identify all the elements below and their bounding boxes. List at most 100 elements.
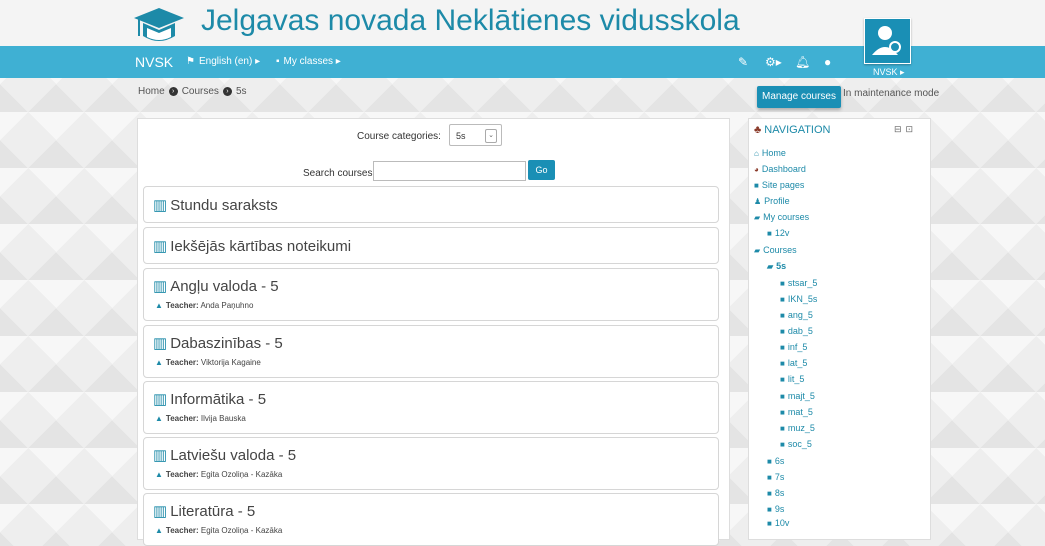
- folder-icon: ■: [767, 473, 772, 482]
- teacher-line: ▲ Teacher: Ilvija Bauska: [155, 414, 246, 423]
- nav-course-lit5[interactable]: ■ lit_5: [780, 374, 804, 384]
- nav-category-7s[interactable]: ■ 7s: [767, 472, 784, 482]
- breadcrumb-courses[interactable]: Courses: [182, 86, 219, 97]
- user-icon: ♟: [754, 197, 762, 206]
- chevron-right-icon: ›: [168, 86, 178, 96]
- graduation-cap-logo[interactable]: [133, 6, 185, 46]
- breadcrumb-home[interactable]: Home: [138, 86, 165, 97]
- teacher-line: ▲ Teacher: Anda Paņuhno: [155, 301, 254, 310]
- nav-courses[interactable]: ▰ Courses: [754, 245, 797, 255]
- folder-icon: ■: [780, 424, 785, 433]
- teacher-line: ▲ Teacher: Egita Ozoliņa - Kazāka: [155, 526, 283, 535]
- folder-open-icon: ▰: [754, 213, 761, 222]
- collapse-icon: ⊟: [894, 124, 906, 134]
- go-button[interactable]: Go: [528, 160, 555, 180]
- course-title: ▥ Latviešu valoda - 5: [153, 447, 297, 464]
- folder-icon: ■: [780, 359, 785, 368]
- course-item[interactable]: ▥ Angļu valoda - 5 ▲ Teacher: Anda Paņuhno: [143, 268, 719, 321]
- nav-dashboard[interactable]: ◕ Dashboard: [754, 164, 806, 174]
- nav-course-ang5[interactable]: ■ ang_5: [780, 310, 813, 320]
- nav-my-courses[interactable]: ▰ My courses: [754, 212, 809, 222]
- nav-course-soc5[interactable]: ■ soc_5: [780, 439, 812, 449]
- navigation-heading: ♣ NAVIGATION: [754, 124, 831, 136]
- teacher-line: ▲ Teacher: Egita Ozoliņa - Kazāka: [155, 470, 283, 479]
- home-icon: ⌂: [754, 149, 759, 158]
- nav-course-dab5[interactable]: ■ dab_5: [780, 326, 813, 336]
- nav-category-9s[interactable]: ■ 9s: [767, 504, 784, 514]
- folder-icon: ■: [780, 311, 785, 320]
- folder-icon: ■: [767, 519, 772, 528]
- avatar[interactable]: [864, 18, 911, 64]
- dock-icon: ⊡: [905, 124, 918, 134]
- nav-course-muz5[interactable]: ■ muz_5: [780, 423, 815, 433]
- sitemap-icon: ♣: [754, 124, 762, 136]
- graduation-cap-icon: ▲: [155, 301, 163, 310]
- user-menu[interactable]: NVSK ▸: [873, 67, 905, 78]
- folder-icon: ■: [767, 229, 772, 238]
- bell-icon[interactable]: 🔔︎: [795, 55, 810, 69]
- user-icon: [872, 26, 901, 55]
- my-classes-label: My classes ▸: [283, 56, 341, 67]
- nav-profile[interactable]: ♟ Profile: [754, 196, 790, 206]
- course-item[interactable]: ▥ Latviešu valoda - 5 ▲ Teacher: Egita Ozo…: [143, 437, 719, 490]
- folder-icon: ■: [780, 295, 785, 304]
- chat-icon[interactable]: ●: [824, 55, 831, 69]
- course-title: ▥ Dabaszinības - 5: [153, 335, 283, 352]
- category-select[interactable]: 5s ⌄: [449, 124, 502, 146]
- category-value: 5s: [456, 131, 466, 141]
- folder-icon: ■: [780, 392, 785, 401]
- my-classes-menu[interactable]: ▪ My classes ▸: [276, 56, 341, 67]
- nav-category-10v[interactable]: ■ 10v: [767, 518, 789, 528]
- nav-course-lat5[interactable]: ■ lat_5: [780, 358, 807, 368]
- course-item[interactable]: ▥ Stundu saraksts: [143, 186, 719, 223]
- folder-icon: ■: [780, 343, 785, 352]
- category-label: Course categories:: [357, 131, 441, 142]
- nav-course-12v[interactable]: ■ 12v: [767, 228, 789, 238]
- nav-brand[interactable]: NVSK: [135, 54, 173, 70]
- chevron-right-icon: ›: [222, 86, 232, 96]
- folder-icon: ■: [780, 279, 785, 288]
- language-label: English (en) ▸: [198, 56, 261, 67]
- folder-icon: ■: [754, 181, 759, 190]
- chevron-down-icon: ⌄: [485, 129, 497, 143]
- course-item[interactable]: ▥ Literatūra - 5 ▲ Teacher: Egita Ozoliņa …: [143, 493, 719, 546]
- edit-icon[interactable]: ✎: [738, 55, 748, 69]
- folder-open-icon: ▰: [754, 246, 761, 255]
- maintenance-mode-text: In maintenance mode: [843, 88, 940, 99]
- nav-course-inf5[interactable]: ■ inf_5: [780, 342, 807, 352]
- flag-icon: ⚑: [186, 56, 195, 67]
- course-item[interactable]: ▥ Dabaszinības - 5 ▲ Teacher: Viktorija Ka…: [143, 325, 719, 378]
- graduation-cap-icon: ▲: [155, 470, 163, 479]
- nav-course-stsar5[interactable]: ■ stsar_5: [780, 278, 817, 288]
- breadcrumb-current[interactable]: 5s: [236, 86, 247, 97]
- course-item[interactable]: ▥ Informātika - 5 ▲ Teacher: Ilvija Bauska: [143, 381, 719, 434]
- nav-site-pages[interactable]: ■ Site pages: [754, 180, 804, 190]
- course-item[interactable]: ▥ Iekšējās kārtības noteikumi: [143, 227, 719, 264]
- nav-category-6s[interactable]: ■ 6s: [767, 456, 784, 466]
- nav-home[interactable]: ⌂ Home: [754, 148, 786, 158]
- folder-icon: ■: [780, 375, 785, 384]
- site-title[interactable]: Jelgavas novada Neklātienes vidusskola: [201, 4, 740, 38]
- map-icon: ▥: [153, 278, 168, 295]
- gear-icon[interactable]: ⚙▸: [765, 55, 782, 69]
- graduation-cap-icon: ▲: [155, 358, 163, 367]
- nav-course-majt5[interactable]: ■ majt_5: [780, 391, 815, 401]
- folder-icon: ■: [780, 408, 785, 417]
- folder-icon: ■: [767, 489, 772, 498]
- folder-icon: ■: [767, 457, 772, 466]
- block-controls[interactable]: ⊟⊡: [894, 124, 917, 135]
- map-icon: ▥: [153, 391, 168, 408]
- manage-courses-button[interactable]: Manage courses: [757, 86, 841, 108]
- graduation-cap-icon: ▲: [155, 526, 163, 535]
- nav-course-ikn5s[interactable]: ■ IKN_5s: [780, 294, 817, 304]
- nav-category-5s[interactable]: ▰ 5s: [767, 261, 786, 271]
- nav-course-mat5[interactable]: ■ mat_5: [780, 407, 813, 417]
- map-icon: ▥: [153, 197, 168, 214]
- nav-category-8s[interactable]: ■ 8s: [767, 488, 784, 498]
- briefcase-icon: ▪: [276, 56, 280, 67]
- course-title: ▥ Iekšējās kārtības noteikumi: [153, 238, 352, 255]
- map-icon: ▥: [153, 503, 168, 520]
- search-input[interactable]: [373, 161, 526, 181]
- language-menu[interactable]: ⚑ English (en) ▸: [186, 56, 260, 67]
- teacher-line: ▲ Teacher: Viktorija Kagaine: [155, 358, 261, 367]
